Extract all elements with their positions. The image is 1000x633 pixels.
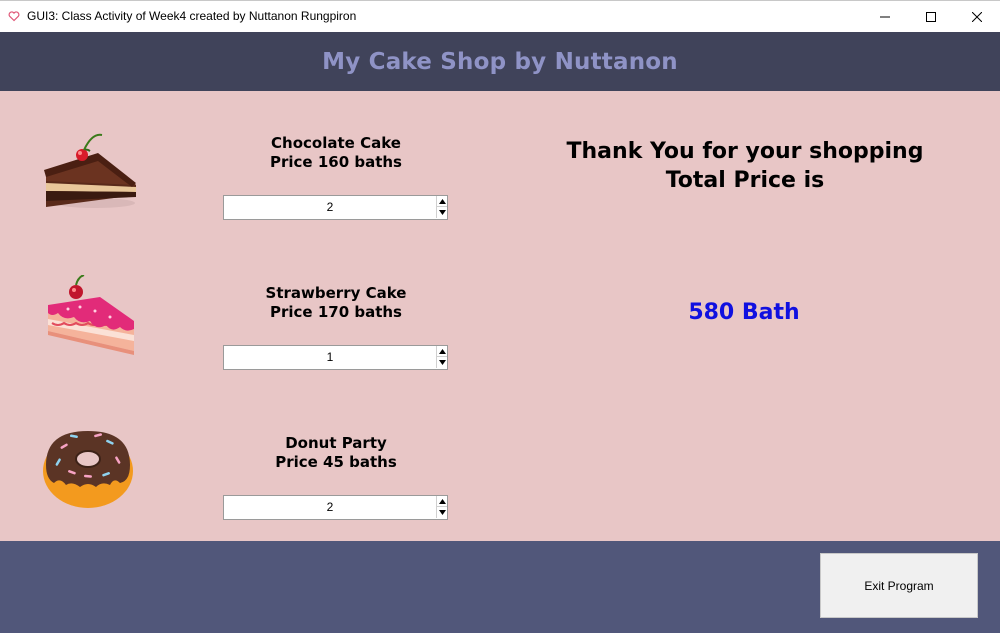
quantity-spinbox-chocolate[interactable]: 2	[223, 195, 448, 220]
strawberry-cake-icon	[48, 275, 134, 355]
decrement-button-donut[interactable]	[436, 507, 447, 518]
product-price-strawberry: Price 170 baths	[270, 303, 402, 321]
minimize-button[interactable]	[862, 1, 908, 33]
app-heart-icon	[8, 11, 20, 22]
decrement-button-chocolate[interactable]	[436, 207, 447, 218]
exit-program-button[interactable]: Exit Program	[820, 553, 978, 618]
quantity-spinbox-donut[interactable]: 2	[223, 495, 448, 520]
quantity-value-chocolate[interactable]: 2	[224, 196, 436, 219]
product-name-donut: Donut Party	[285, 434, 387, 452]
product-price-donut: Price 45 baths	[275, 453, 397, 471]
quantity-spinbox-strawberry[interactable]: 1	[223, 345, 448, 370]
window-titlebar: GUI3: Class Activity of Week4 created by…	[0, 0, 1000, 32]
close-button[interactable]	[954, 1, 1000, 33]
quantity-value-donut[interactable]: 2	[224, 496, 436, 519]
minimize-icon	[880, 16, 890, 18]
quantity-value-strawberry[interactable]: 1	[224, 346, 436, 369]
total-price-label: Total Price is	[665, 168, 825, 193]
decrement-button-strawberry[interactable]	[436, 357, 447, 368]
arrow-down-icon	[438, 510, 446, 515]
thank-you-text: Thank You for your shopping	[566, 139, 924, 164]
maximize-icon	[926, 12, 936, 22]
arrow-up-icon	[438, 198, 446, 204]
product-name-chocolate: Chocolate Cake	[271, 134, 401, 152]
footer-panel: Exit Program	[0, 541, 1000, 633]
product-price-chocolate: Price 160 baths	[270, 153, 402, 171]
arrow-down-icon	[438, 360, 446, 365]
shop-title: My Cake Shop by Nuttanon	[322, 48, 678, 75]
arrow-down-icon	[438, 210, 446, 215]
arrow-up-icon	[438, 348, 446, 354]
window-title: GUI3: Class Activity of Week4 created by…	[27, 9, 357, 23]
thank-you-message: Thank You for your shopping Total Price …	[545, 137, 945, 195]
shop-header: My Cake Shop by Nuttanon	[0, 32, 1000, 91]
chocolate-cake-icon	[44, 133, 136, 208]
maximize-button[interactable]	[908, 1, 954, 33]
increment-button-chocolate[interactable]	[436, 196, 447, 207]
increment-button-donut[interactable]	[436, 496, 447, 507]
arrow-up-icon	[438, 498, 446, 504]
increment-button-strawberry[interactable]	[436, 346, 447, 357]
close-icon	[972, 12, 982, 22]
total-price-value: 580 Bath	[688, 300, 800, 325]
main-panel: Chocolate Cake Price 160 baths 2 Strawbe…	[0, 91, 1000, 541]
donut-icon	[43, 431, 133, 508]
product-name-strawberry: Strawberry Cake	[265, 284, 407, 302]
